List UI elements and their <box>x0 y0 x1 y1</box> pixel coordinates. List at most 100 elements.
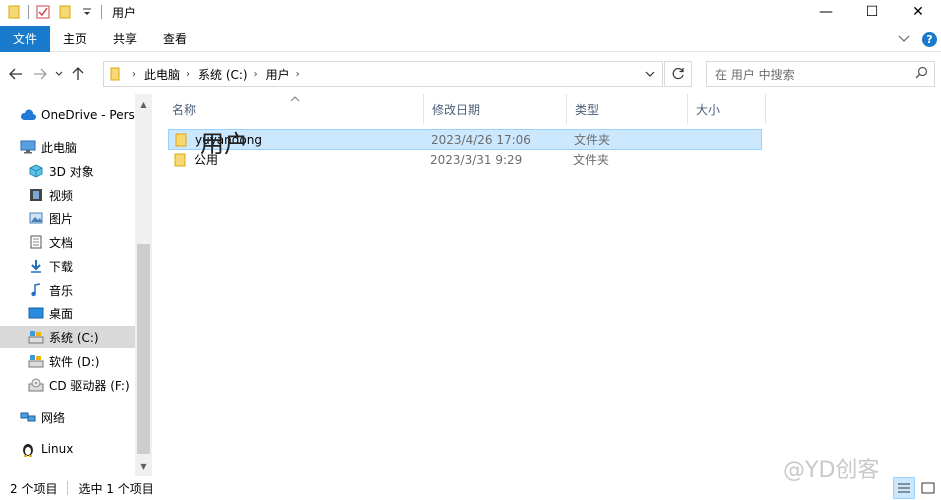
breadcrumb-system-c[interactable]: 系统 (C:) <box>198 66 248 83</box>
column-type[interactable]: 类型 <box>567 94 688 124</box>
window-title: 用户 <box>112 5 137 20</box>
details-view-button[interactable] <box>893 477 915 499</box>
help-button[interactable]: ? <box>922 31 937 47</box>
nav-item-label: OneDrive - Personal <box>41 108 135 122</box>
scroll-down-icon[interactable]: ▼ <box>135 458 152 474</box>
folder-icon <box>6 4 22 20</box>
chevron-down-icon <box>55 71 63 76</box>
chevron-down-icon[interactable] <box>898 32 910 46</box>
file-row[interactable]: yuyandong 2023/4/26 17:06 文件夹 <box>168 129 762 150</box>
cloud-icon <box>20 107 36 123</box>
file-date: 2023/4/26 17:06 <box>431 132 531 147</box>
recent-locations-button[interactable] <box>52 62 66 86</box>
nav-item-label: 文档 <box>49 235 74 250</box>
tab-home[interactable]: 主页 <box>50 26 100 52</box>
address-row: › 此电脑 › 系统 (C:) › 用户 › 在 用户 中搜索 <box>0 58 941 90</box>
nav-item[interactable]: 此电脑 <box>0 136 135 158</box>
column-headers: 名称 修改日期 类型 大小 <box>158 94 941 124</box>
back-button[interactable] <box>4 62 28 86</box>
scrollbar-thumb[interactable] <box>137 244 150 454</box>
nav-item[interactable]: OneDrive - Personal <box>0 104 135 126</box>
column-date-modified[interactable]: 修改日期 <box>424 94 567 124</box>
chevron-right-icon[interactable]: › <box>254 69 258 80</box>
nav-item[interactable]: CD 驱动器 (F:) <box>0 374 135 396</box>
customize-toolbar-icon[interactable] <box>79 4 95 20</box>
tab-file[interactable]: 文件 <box>0 25 50 52</box>
download-icon <box>28 258 44 274</box>
details-view-icon <box>898 483 910 493</box>
nav-item-label: 图片 <box>49 211 74 226</box>
search-input[interactable]: 在 用户 中搜索 <box>706 61 935 87</box>
nav-item[interactable]: 网络 <box>0 406 135 428</box>
toolbar-divider <box>28 5 29 19</box>
folder-icon <box>172 152 188 168</box>
picture-icon <box>28 210 44 226</box>
file-type: 文件夹 <box>574 133 611 147</box>
title-bar: 用户 — ☐ ✕ <box>0 0 941 24</box>
nav-item-label: 网络 <box>41 410 66 425</box>
large-icons-view-button[interactable] <box>917 477 939 499</box>
ribbon-right: ? <box>898 26 937 52</box>
chevron-right-icon[interactable]: › <box>186 69 190 80</box>
status-divider <box>67 481 69 495</box>
tab-view[interactable]: 查看 <box>150 26 200 52</box>
address-dropdown-button[interactable] <box>636 62 662 86</box>
breadcrumb: › 此电脑 › 系统 (C:) › 用户 › <box>126 66 308 83</box>
nav-item-label: 下载 <box>49 259 74 274</box>
nav-scrollbar[interactable]: ▲ ▼ <box>135 94 152 476</box>
properties-icon[interactable] <box>35 4 51 20</box>
close-button[interactable]: ✕ <box>895 0 941 24</box>
nav-item[interactable]: 视频 <box>0 184 135 206</box>
folder-icon <box>110 67 120 81</box>
nav-item-label: 此电脑 <box>41 140 78 155</box>
chevron-right-icon[interactable]: › <box>296 69 300 80</box>
column-size[interactable]: 大小 <box>688 94 766 124</box>
network-icon <box>20 409 36 425</box>
view-buttons <box>891 477 939 499</box>
forward-button[interactable] <box>28 62 52 86</box>
ribbon-tabs: 文件 主页 共享 查看 ? <box>0 25 941 52</box>
navigation-pane[interactable]: ▲ ▼ OneDrive - Personal 此电脑 3D 对象视频图片文档下载音… <box>0 94 152 476</box>
up-button[interactable] <box>66 62 90 86</box>
window-controls: — ☐ ✕ <box>803 0 941 24</box>
desktop-icon <box>28 305 44 321</box>
selection-count: 选中 1 个项目 <box>78 481 154 496</box>
nav-item-label: CD 驱动器 (F:) <box>49 378 130 393</box>
nav-item[interactable]: 系统 (C:) <box>0 326 135 348</box>
toolbar-divider <box>101 5 102 19</box>
linux-icon <box>20 441 36 457</box>
file-type: 文件夹 <box>573 153 610 167</box>
tab-share[interactable]: 共享 <box>100 26 150 52</box>
new-folder-icon[interactable] <box>57 4 73 20</box>
arrow-left-icon <box>9 68 22 80</box>
chevron-down-icon <box>645 71 654 77</box>
nav-item[interactable]: 音乐 <box>0 279 135 301</box>
nav-item[interactable]: 3D 对象 <box>0 160 135 182</box>
nav-item[interactable]: 文档 <box>0 231 135 253</box>
file-list: 名称 修改日期 类型 大小 yuyandong 2023/4/26 17:06 文件… <box>158 94 941 476</box>
nav-item[interactable]: 桌面 <box>0 302 135 324</box>
breadcrumb-this-pc[interactable]: 此电脑 <box>144 66 180 83</box>
arrow-right-icon <box>34 68 47 80</box>
address-bar[interactable]: › 此电脑 › 系统 (C:) › 用户 › <box>103 61 663 87</box>
nav-item[interactable]: 软件 (D:) <box>0 350 135 372</box>
minimize-button[interactable]: — <box>803 0 849 24</box>
nav-item[interactable]: 下载 <box>0 255 135 277</box>
large-icons-view-icon <box>921 482 935 494</box>
refresh-button[interactable] <box>664 61 692 87</box>
scroll-up-icon[interactable]: ▲ <box>135 96 152 112</box>
film-icon <box>28 187 44 203</box>
maximize-button[interactable]: ☐ <box>849 0 895 24</box>
file-date: 2023/3/31 9:29 <box>430 152 523 167</box>
chevron-right-icon[interactable]: › <box>132 69 136 80</box>
nav-item[interactable]: Linux <box>0 438 135 460</box>
nav-item-label: 软件 (D:) <box>49 354 100 369</box>
column-name[interactable]: 名称 <box>164 94 424 124</box>
nav-item-label: Linux <box>41 442 74 456</box>
folder-icon <box>173 132 189 148</box>
file-row[interactable]: 公用 2023/3/31 9:29 文件夹 <box>168 150 762 171</box>
arrow-up-icon <box>72 67 84 80</box>
nav-item-label: 3D 对象 <box>49 164 94 179</box>
nav-item[interactable]: 图片 <box>0 207 135 229</box>
breadcrumb-users[interactable]: 用户 <box>266 66 290 83</box>
